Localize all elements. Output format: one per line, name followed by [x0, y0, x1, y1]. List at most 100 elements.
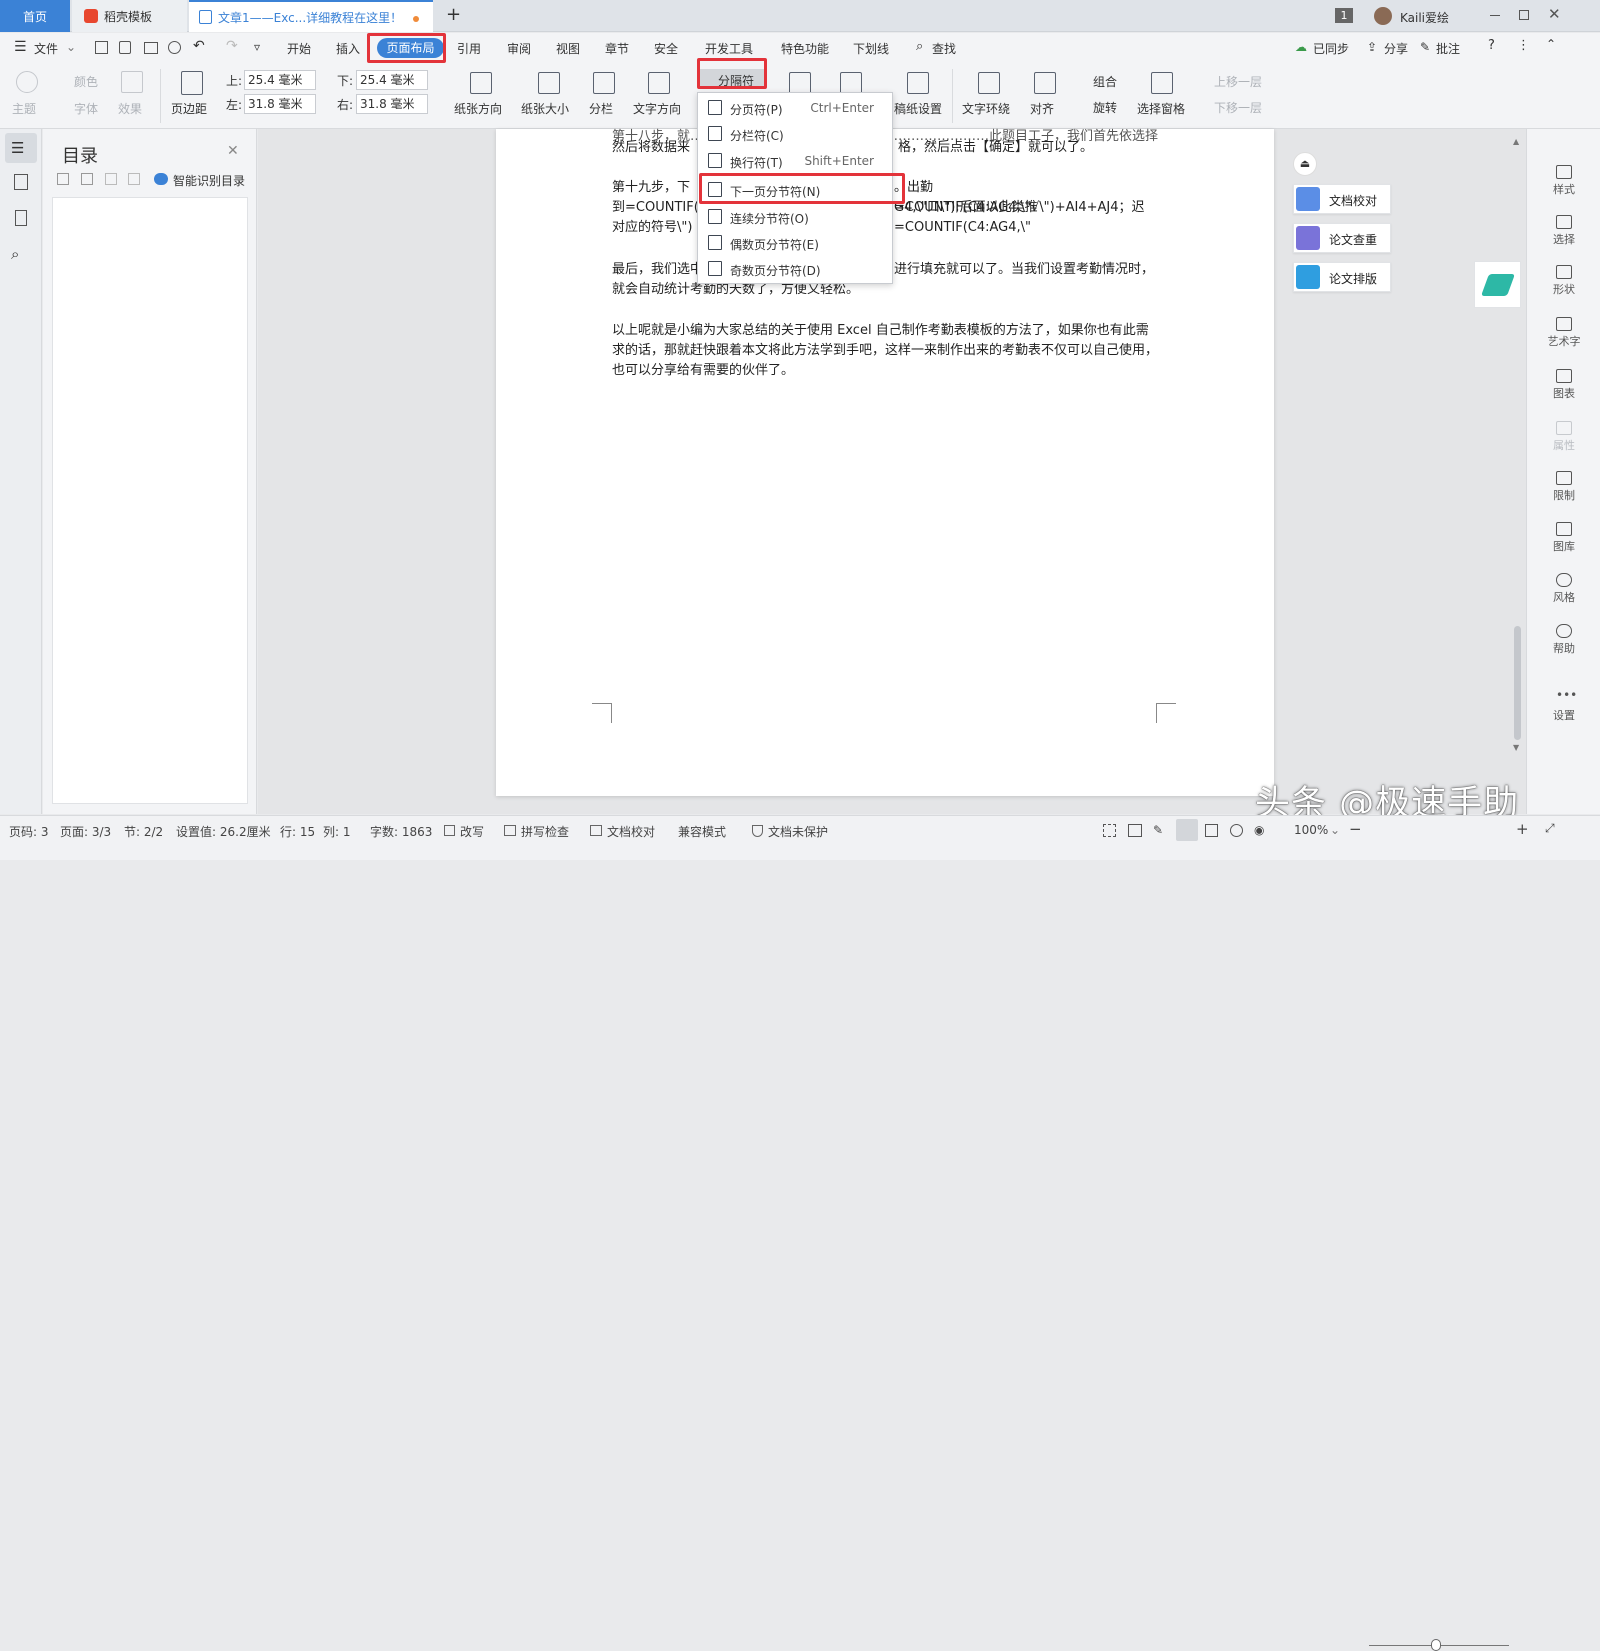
find-icon[interactable]: ⌕: [11, 245, 31, 263]
menu-chapter[interactable]: 章节: [605, 40, 629, 57]
paper-format-button[interactable]: 论文排版: [1293, 262, 1391, 292]
zoom-slider-thumb[interactable]: [1431, 1639, 1441, 1651]
tab-templates[interactable]: 稻壳模板: [72, 0, 187, 32]
search-icon[interactable]: ⌕: [916, 39, 923, 54]
fit-page-icon[interactable]: ⤢: [1545, 821, 1555, 836]
align-button[interactable]: 对齐: [1030, 100, 1054, 117]
eye-protect-icon[interactable]: ◉: [1254, 823, 1264, 837]
hamburger-icon[interactable]: ☰: [14, 39, 27, 55]
more-options-icon[interactable]: ⋮: [1517, 38, 1530, 53]
zoom-out-icon[interactable]: −: [1349, 820, 1362, 838]
menu-reference[interactable]: 引用: [457, 40, 481, 57]
status-spell-check[interactable]: 拼写检查: [521, 823, 569, 840]
sidebar-shape[interactable]: 形状: [1527, 265, 1600, 297]
outline-view-icon[interactable]: [1205, 824, 1218, 837]
status-section[interactable]: 节: 2/2: [124, 823, 163, 840]
left-margin-input[interactable]: 31.8 毫米: [244, 94, 316, 114]
menu-item-page-break[interactable]: 分页符(P) Ctrl+Enter: [698, 95, 892, 121]
scroll-down-icon[interactable]: ▼: [1513, 743, 1519, 752]
status-row[interactable]: 行: 15: [280, 823, 315, 840]
text-direction-button[interactable]: 文字方向: [633, 100, 681, 117]
sidebar-settings[interactable]: ••• 设置: [1527, 689, 1600, 723]
status-compat[interactable]: 兼容模式: [678, 823, 726, 840]
vertical-scrollbar[interactable]: ▲ ▼: [1511, 131, 1523, 756]
add-heading-icon[interactable]: [105, 173, 117, 185]
menu-insert[interactable]: 插入: [336, 40, 360, 57]
paragraph-conclusion[interactable]: 以上呢就是小编为大家总结的关于使用 Excel 自己制作考勤表模板的方法了，如果…: [612, 321, 1160, 381]
more-quick-icon[interactable]: ▿: [254, 40, 260, 54]
scroll-thumb[interactable]: [1514, 626, 1521, 740]
orientation-button[interactable]: 纸张方向: [454, 100, 502, 117]
sidebar-gallery[interactable]: 图库: [1527, 522, 1600, 554]
paper-duplicate-check-button[interactable]: 论文查重: [1293, 223, 1391, 253]
paper-size-button[interactable]: 纸张大小: [521, 100, 569, 117]
menu-item-odd-page-section-break[interactable]: 奇数页分节符(D): [698, 256, 892, 282]
fullscreen-icon[interactable]: [1103, 824, 1116, 837]
tab-document[interactable]: 文章1——Exc...详细教程在这里！: [189, 0, 433, 32]
menu-item-line-break[interactable]: 换行符(T) Shift+Enter: [698, 148, 892, 174]
send-backward-button[interactable]: 下移一层: [1214, 99, 1262, 116]
sidebar-help[interactable]: 帮助: [1527, 624, 1600, 656]
sidebar-chart[interactable]: 图表: [1527, 369, 1600, 401]
print-icon[interactable]: [144, 42, 158, 54]
paper-setup-button[interactable]: 稿纸设置: [894, 100, 942, 117]
comment-button[interactable]: 批注: [1436, 40, 1460, 57]
font-button[interactable]: 字体: [74, 100, 98, 117]
page-view-icon-active[interactable]: [1176, 819, 1198, 841]
menu-item-column-break[interactable]: 分栏符(C): [698, 121, 892, 147]
read-mode-icon[interactable]: [1128, 824, 1142, 837]
synced-status[interactable]: 已同步: [1313, 40, 1349, 57]
collapse-all-icon[interactable]: [57, 173, 69, 185]
menu-security[interactable]: 安全: [654, 40, 678, 57]
collapse-float-icon[interactable]: ⏏: [1293, 152, 1317, 176]
user-avatar[interactable]: [1374, 7, 1392, 25]
selection-pane-button[interactable]: 选择窗格: [1137, 100, 1185, 117]
status-pages[interactable]: 页面: 3/3: [60, 823, 111, 840]
status-doc-proof[interactable]: 文档校对: [607, 823, 655, 840]
expand-all-icon[interactable]: [81, 173, 93, 185]
text-wrap-button[interactable]: 文字环绕: [962, 100, 1010, 117]
rotate-button[interactable]: 旋转: [1093, 99, 1117, 116]
top-margin-input[interactable]: 25.4 毫米: [244, 70, 316, 90]
user-name[interactable]: Kaili爱绘: [1400, 9, 1449, 26]
status-page[interactable]: 页码: 3: [9, 823, 49, 840]
sidebar-wordart[interactable]: 艺术字: [1527, 317, 1600, 349]
toc-list-icon[interactable]: ☰: [11, 139, 31, 157]
bring-forward-button[interactable]: 上移一层: [1214, 73, 1262, 90]
group-button[interactable]: 组合: [1093, 73, 1117, 90]
menu-developer[interactable]: 开发工具: [705, 40, 753, 57]
status-setting[interactable]: 设置值: 26.2厘米: [176, 823, 271, 840]
sidebar-properties[interactable]: 属性: [1527, 421, 1600, 453]
redo-icon[interactable]: ↷: [226, 38, 238, 54]
new-tab-plus-icon[interactable]: +: [446, 4, 461, 25]
menu-underline[interactable]: 下划线: [853, 40, 889, 57]
remove-heading-icon[interactable]: [128, 173, 140, 185]
status-words[interactable]: 字数: 1863: [370, 823, 432, 840]
status-overwrite[interactable]: 改写: [460, 823, 484, 840]
minimize-icon[interactable]: [1490, 15, 1500, 16]
close-window-icon[interactable]: ✕: [1548, 5, 1561, 23]
right-margin-input[interactable]: 31.8 毫米: [356, 94, 428, 114]
sidebar-theme-style[interactable]: 风格: [1527, 573, 1600, 605]
print-preview-icon[interactable]: [168, 41, 181, 54]
outline-icon[interactable]: [14, 174, 28, 190]
status-protect[interactable]: 文档未保护: [768, 823, 828, 840]
zoom-in-icon[interactable]: +: [1516, 820, 1529, 838]
columns-button[interactable]: 分栏: [589, 100, 613, 117]
smart-toc-button[interactable]: 智能识别目录: [173, 172, 245, 189]
scroll-up-icon[interactable]: ▲: [1513, 137, 1519, 146]
share-button[interactable]: 分享: [1384, 40, 1408, 57]
restore-icon[interactable]: [1519, 10, 1529, 20]
web-view-icon[interactable]: [1230, 824, 1243, 837]
status-col[interactable]: 列: 1: [323, 823, 351, 840]
bottom-margin-input[interactable]: 25.4 毫米: [356, 70, 428, 90]
collapse-ribbon-icon[interactable]: ⌃: [1546, 37, 1556, 51]
menu-view[interactable]: 视图: [556, 40, 580, 57]
format-painter-icon[interactable]: [119, 41, 131, 54]
sidebar-select[interactable]: 选择: [1527, 215, 1600, 247]
menu-item-continuous-section-break[interactable]: 连续分节符(O): [698, 204, 892, 230]
sidebar-style[interactable]: 样式: [1527, 165, 1600, 197]
zoom-dropdown-icon[interactable]: ⌄: [1330, 823, 1340, 837]
menu-start[interactable]: 开始: [287, 40, 311, 57]
doc-proofread-button[interactable]: 文档校对: [1293, 184, 1391, 214]
